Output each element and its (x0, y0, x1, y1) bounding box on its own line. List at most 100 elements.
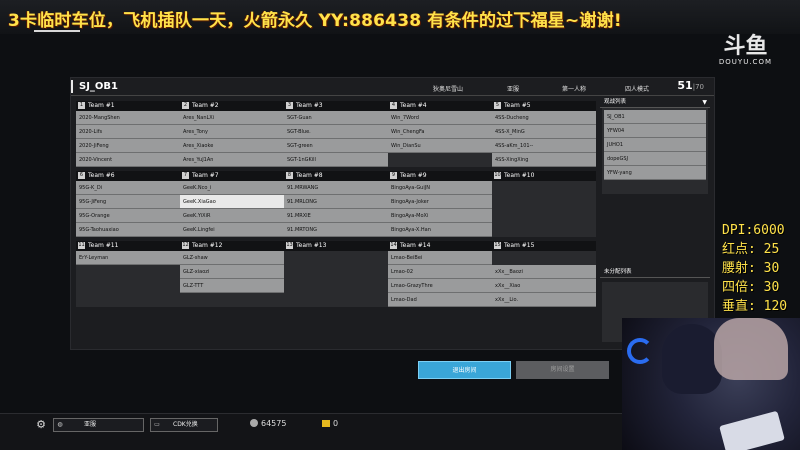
empty-slot[interactable] (76, 265, 180, 279)
team-header[interactable]: 14 Team #14 (388, 241, 492, 251)
player-slot[interactable]: GeeK.Nco_i (180, 181, 284, 195)
unassigned-list-title: 未分配列表 (604, 269, 632, 275)
server-select[interactable]: ◍ 亚服 (53, 418, 144, 432)
team-header[interactable]: 3 Team #3 (284, 101, 388, 111)
empty-slot[interactable] (284, 251, 388, 265)
empty-slot[interactable] (492, 181, 596, 195)
player-slot[interactable]: Lmao-Dad (388, 293, 492, 307)
player-slot[interactable]: Win_7Word (388, 111, 492, 125)
empty-slot[interactable] (492, 223, 596, 237)
player-slot[interactable]: Lmao-02 (388, 265, 492, 279)
player-slot[interactable]: SGT-green (284, 139, 388, 153)
player-slot[interactable]: 2020-Vincent (76, 153, 180, 167)
team-header[interactable]: 12 Team #12 (180, 241, 284, 251)
empty-slot[interactable] (284, 265, 388, 279)
player-slot[interactable]: 4SS-XingXing (492, 153, 596, 167)
player-slot[interactable]: Win_DianSu (388, 139, 492, 153)
player-slot[interactable]: 91.MRWANG (284, 181, 388, 195)
player-slot[interactable]: BingoAya-X.Han (388, 223, 492, 237)
player-slot[interactable]: Ares_NanLXi (180, 111, 284, 125)
player-slot[interactable]: Lmao-GrazyThre (388, 279, 492, 293)
player-slot[interactable]: 4SS-Ducheng (492, 111, 596, 125)
player-slot[interactable]: 91.MRXIE (284, 209, 388, 223)
player-slot[interactable]: 95G-JiFeng (76, 195, 180, 209)
observer-panel: 观战列表 ▼ SJ_OB1 YFW04 JUHO1 dopeGSJ YFW-ya… (600, 97, 710, 194)
player-slot[interactable]: BingoAya-MoXi (388, 209, 492, 223)
player-slot[interactable]: 2020-MangShen (76, 111, 180, 125)
player-slot[interactable]: xXx__Baozi (492, 265, 596, 279)
team-header[interactable]: 6 Team #6 (76, 171, 180, 181)
team-header[interactable]: 8 Team #8 (284, 171, 388, 181)
player-slot[interactable]: 2020-Lifs (76, 125, 180, 139)
player-slot[interactable]: Ares_Xiaoke (180, 139, 284, 153)
player-slot[interactable]: xXx__Lio. (492, 293, 596, 307)
player-slot[interactable]: Lmao-BeiBei (388, 251, 492, 265)
player-slot[interactable]: xXx__Xiao (492, 279, 596, 293)
player-slot[interactable]: 95G-K_Di (76, 181, 180, 195)
observer-item[interactable]: YFW04 (604, 124, 706, 138)
team-header[interactable]: 15 Team #15 (492, 241, 596, 251)
team-header[interactable]: 9 Team #9 (388, 171, 492, 181)
phone-image (719, 410, 785, 450)
empty-slot[interactable] (492, 195, 596, 209)
empty-slot[interactable] (492, 251, 596, 265)
coin-icon (250, 419, 258, 427)
empty-slot[interactable] (76, 279, 180, 293)
room-name: SJ_OB1 (79, 81, 119, 92)
player-slot[interactable]: GLZ-shaw (180, 251, 284, 265)
empty-slot[interactable] (284, 293, 388, 307)
empty-slot[interactable] (180, 293, 284, 307)
observer-list: SJ_OB1 YFW04 JUHO1 dopeGSJ YFW-yang (602, 108, 708, 194)
player-slot[interactable]: GeeK.XiaGao (180, 195, 284, 209)
player-slot[interactable]: Ares_YuJ1An (180, 153, 284, 167)
player-slot[interactable]: 4SS-aKm_101-- (492, 139, 596, 153)
team-header[interactable]: 11 Team #11 (76, 241, 180, 251)
player-slot[interactable]: 95G-Taohuaxiao (76, 223, 180, 237)
coin-balance: 64575 (250, 419, 286, 428)
player-slot[interactable]: GLZ-xiaozi (180, 265, 284, 279)
team-header[interactable]: 7 Team #7 (180, 171, 284, 181)
observer-item[interactable]: YFW-yang (604, 166, 706, 180)
player-slot[interactable]: BingoAya-Joker (388, 195, 492, 209)
team-header[interactable]: 1 Team #1 (76, 101, 180, 111)
team-header[interactable]: 10 Team #10 (492, 171, 596, 181)
room-map: 狄奥尼雪山 (433, 86, 464, 93)
player-slot[interactable]: SGT-Blue. (284, 125, 388, 139)
player-slot[interactable]: GeeK.YiXiR (180, 209, 284, 223)
player-slot[interactable]: Win_ChengFa (388, 125, 492, 139)
team-label: Team #14 (400, 242, 431, 249)
chevron-down-icon[interactable]: ▼ (702, 97, 707, 108)
empty-slot[interactable] (492, 209, 596, 223)
player-slot[interactable]: ErY-Leyman (76, 251, 180, 265)
team-number: 13 (286, 242, 293, 249)
team-header[interactable]: 4 Team #4 (388, 101, 492, 111)
observer-list-header[interactable]: 观战列表 ▼ (600, 97, 710, 108)
room-settings-button[interactable]: 房间设置 (516, 361, 609, 379)
team-header[interactable]: 5 Team #5 (492, 101, 596, 111)
player-slot[interactable]: 91.MRLONG (284, 195, 388, 209)
player-slot[interactable]: SGT-1nGKill (284, 153, 388, 167)
empty-slot[interactable] (388, 153, 492, 167)
player-slot[interactable]: Ares_Tony (180, 125, 284, 139)
empty-slot[interactable] (284, 279, 388, 293)
observer-item[interactable]: SJ_OB1 (604, 110, 706, 124)
player-slot[interactable]: 95G-Orange (76, 209, 180, 223)
team-header[interactable]: 2 Team #2 (180, 101, 284, 111)
exit-room-button[interactable]: 退出房间 (418, 361, 511, 379)
player-slot[interactable]: 91.MRTONG (284, 223, 388, 237)
empty-slot[interactable] (76, 293, 180, 307)
team-block: 14 Team #14 Lmao-BeiBei Lmao-02 Lmao-GrazyTh… (388, 241, 492, 307)
gear-icon[interactable]: ⚙ (34, 418, 48, 432)
team-header[interactable]: 13 Team #13 (284, 241, 388, 251)
cdk-redeem-button[interactable]: ▭ CDK兑换 (150, 418, 218, 432)
player-slot[interactable]: GeeK.Lingfei (180, 223, 284, 237)
player-slot[interactable]: BingoAya-GuiJN (388, 181, 492, 195)
player-slot[interactable]: GLZ-TTT (180, 279, 284, 293)
player-slot[interactable]: 4SS-X_MinG (492, 125, 596, 139)
player-slot[interactable]: SGT-Guan (284, 111, 388, 125)
player-slot[interactable]: 2020-JiFeng (76, 139, 180, 153)
observer-item[interactable]: dopeGSJ (604, 152, 706, 166)
observer-item[interactable]: JUHO1 (604, 138, 706, 152)
room-server: 亚服 (507, 86, 520, 93)
team-label: Team #9 (400, 172, 427, 179)
